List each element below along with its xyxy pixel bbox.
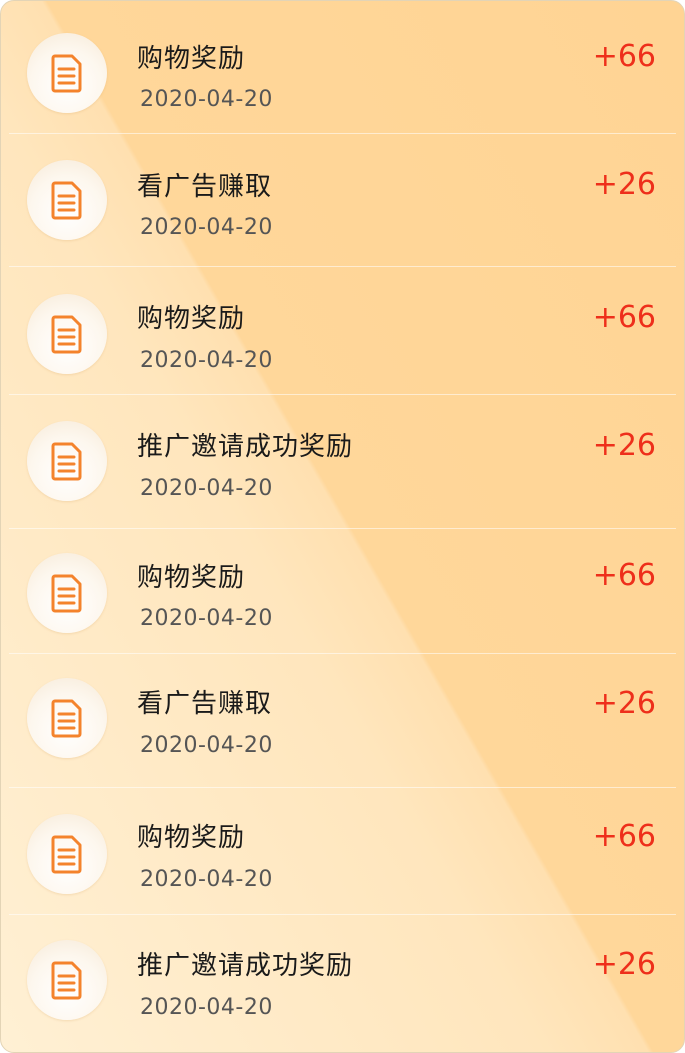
record-amount: +66 — [592, 300, 656, 335]
record-icon-badge — [27, 678, 107, 758]
document-icon — [51, 54, 82, 93]
record-title: 推广邀请成功奖励 — [137, 432, 354, 462]
list-item[interactable]: 购物奖励 2020-04-20 +66 — [9, 267, 676, 395]
list-item[interactable]: 看广告赚取 2020-04-20 +26 — [9, 654, 676, 788]
record-amount: +26 — [592, 686, 656, 721]
record-date: 2020-04-20 — [140, 476, 273, 501]
record-amount: +66 — [592, 558, 656, 593]
record-amount: +26 — [592, 947, 656, 982]
record-icon-badge — [27, 814, 107, 894]
list-item[interactable]: 购物奖励 2020-04-20 +66 — [9, 1, 676, 134]
document-icon — [51, 835, 82, 874]
record-icon-badge — [27, 160, 107, 240]
record-date: 2020-04-20 — [140, 215, 273, 240]
record-date: 2020-04-20 — [140, 348, 273, 373]
list-item[interactable]: 购物奖励 2020-04-20 +66 — [9, 788, 676, 915]
record-title: 购物奖励 — [137, 304, 246, 334]
record-icon-badge — [27, 33, 107, 113]
records-panel: 购物奖励 2020-04-20 +66 看广告赚取 2020-04-20 +26 — [0, 0, 685, 1053]
record-date: 2020-04-20 — [140, 867, 273, 892]
record-title: 购物奖励 — [137, 823, 246, 853]
record-amount: +26 — [592, 428, 656, 463]
document-icon — [51, 699, 82, 738]
document-icon — [51, 961, 82, 1000]
document-icon — [51, 181, 82, 220]
record-date: 2020-04-20 — [140, 995, 273, 1020]
document-icon — [51, 315, 82, 354]
record-title: 购物奖励 — [137, 44, 246, 74]
record-icon-badge — [27, 553, 107, 633]
record-icon-badge — [27, 940, 107, 1020]
list-item[interactable]: 购物奖励 2020-04-20 +66 — [9, 529, 676, 654]
record-title: 看广告赚取 — [137, 172, 273, 202]
list-item[interactable]: 推广邀请成功奖励 2020-04-20 +26 — [9, 915, 676, 1052]
records-list: 购物奖励 2020-04-20 +66 看广告赚取 2020-04-20 +26 — [1, 1, 684, 1052]
record-date: 2020-04-20 — [140, 606, 273, 631]
record-date: 2020-04-20 — [140, 733, 273, 758]
record-title: 看广告赚取 — [137, 689, 273, 719]
record-title: 推广邀请成功奖励 — [137, 951, 354, 981]
record-title: 购物奖励 — [137, 563, 246, 593]
record-date: 2020-04-20 — [140, 87, 273, 112]
record-amount: +66 — [592, 39, 656, 74]
record-icon-badge — [27, 294, 107, 374]
list-item[interactable]: 推广邀请成功奖励 2020-04-20 +26 — [9, 395, 676, 529]
record-icon-badge — [27, 421, 107, 501]
document-icon — [51, 574, 82, 613]
document-icon — [51, 442, 82, 481]
record-amount: +26 — [592, 167, 656, 202]
list-item[interactable]: 看广告赚取 2020-04-20 +26 — [9, 134, 676, 267]
record-amount: +66 — [592, 819, 656, 854]
